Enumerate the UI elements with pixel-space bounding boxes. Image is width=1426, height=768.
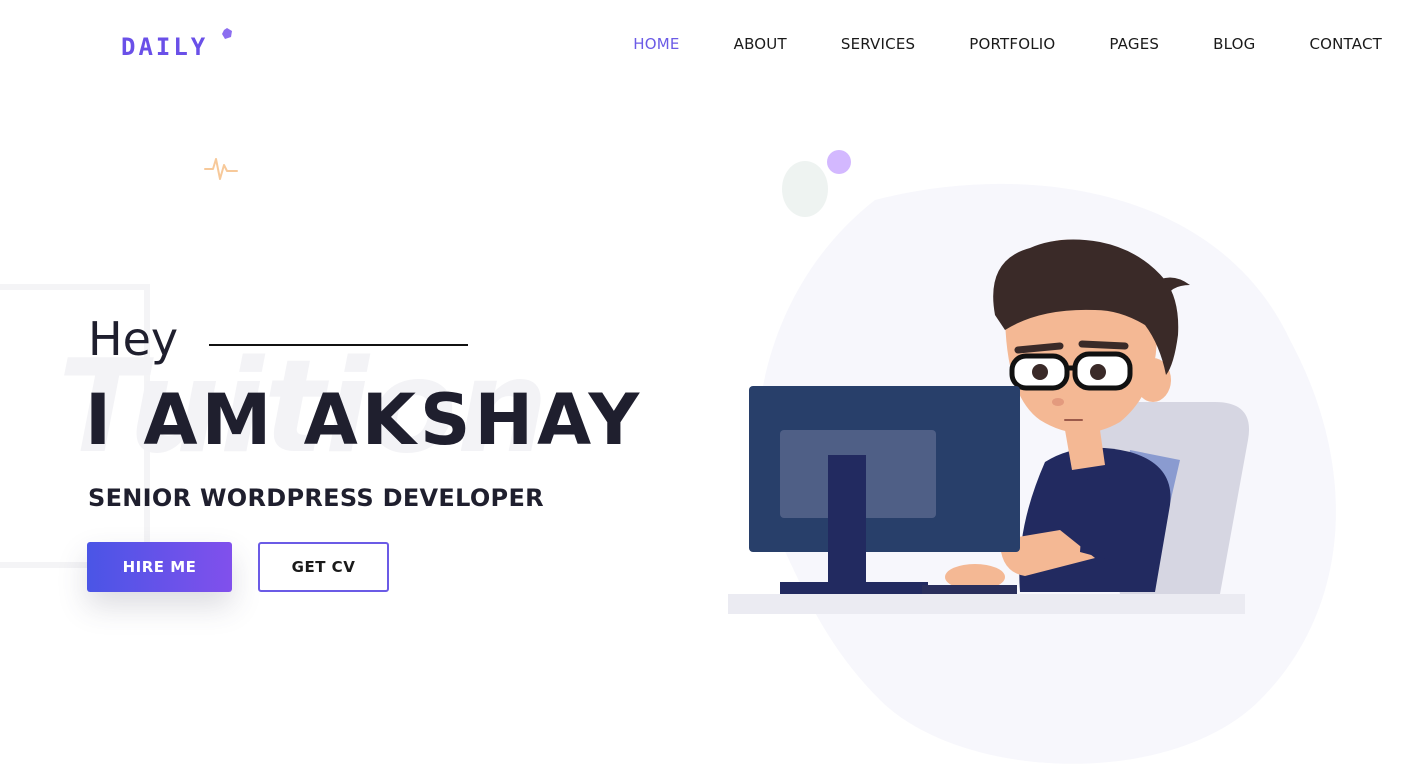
eyebrow-right [1078,340,1129,350]
nav-home[interactable]: HOME [633,34,679,54]
decor-circle-purple [827,150,851,174]
nav-services[interactable]: SERVICES [841,34,915,54]
pulse-icon [204,158,238,180]
main-nav: HOME ABOUT SERVICES PORTFOLIO PAGES BLOG… [579,34,1382,54]
eye-left [1032,364,1048,380]
logo-text: DAILY [121,33,209,61]
logo[interactable]: DAILY [121,28,232,64]
eye-right [1090,364,1106,380]
nav-portfolio[interactable]: PORTFOLIO [969,34,1055,54]
greeting-text: Hey [88,312,179,366]
nav-blog[interactable]: BLOG [1213,34,1255,54]
nav-contact[interactable]: CONTACT [1309,34,1382,54]
hire-me-button[interactable]: HIRE ME [87,542,232,592]
greeting-divider [209,344,468,346]
nav-pages[interactable]: PAGES [1109,34,1159,54]
hero-headline: I AM AKSHAY [85,379,644,461]
monitor-base [780,582,928,594]
logo-dot-icon [222,28,232,39]
monitor-stand [828,455,866,585]
desk [728,594,1245,614]
hero-subtitle: SENIOR WORDPRESS DEVELOPER [88,484,544,512]
decor-circle-mint [782,161,828,217]
get-cv-button[interactable]: GET CV [258,542,389,592]
keyboard [922,585,1017,594]
developer-illustration [728,150,1336,764]
eyebrow-left [1014,342,1064,354]
neck [1065,430,1105,470]
nav-about[interactable]: ABOUT [734,34,787,54]
nose [1052,398,1064,406]
